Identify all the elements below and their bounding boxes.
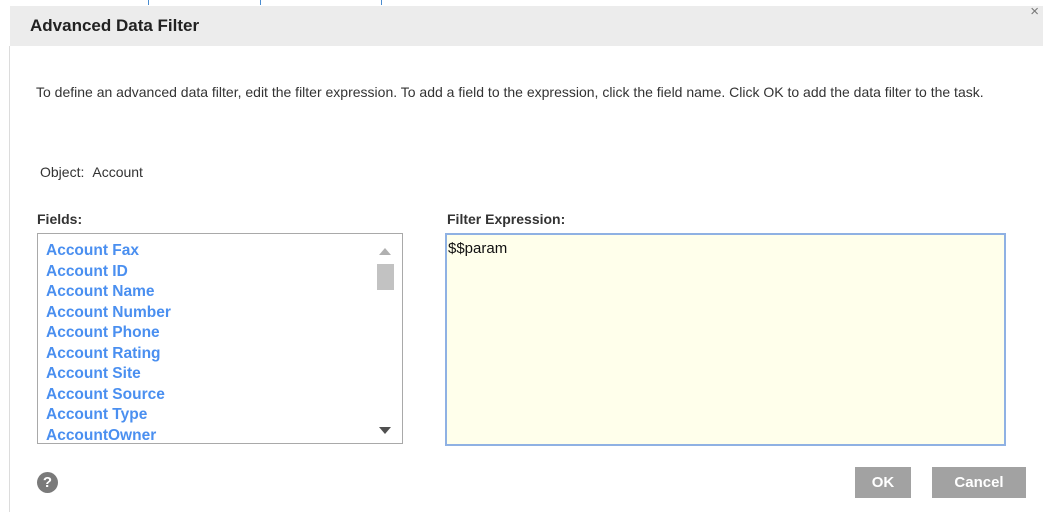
chevron-up-icon[interactable] — [379, 248, 391, 255]
field-item-account-fax[interactable]: Account Fax — [46, 241, 171, 262]
scrollbar-thumb[interactable] — [377, 264, 394, 290]
filter-expression-input[interactable]: $$param — [447, 235, 1004, 444]
field-item-account-id[interactable]: Account ID — [46, 262, 171, 283]
background-tick — [260, 0, 261, 5]
field-item-account-number[interactable]: Account Number — [46, 303, 171, 324]
filter-expression-box[interactable]: $$param — [445, 233, 1006, 446]
field-item-account-owner[interactable]: AccountOwner — [46, 426, 171, 444]
field-item-account-name[interactable]: Account Name — [46, 282, 171, 303]
field-item-account-rating[interactable]: Account Rating — [46, 344, 171, 365]
ok-button[interactable]: OK — [855, 467, 911, 498]
object-label: Object: — [40, 164, 85, 180]
fields-list: Account Fax Account ID Account Name Acco… — [46, 241, 171, 444]
object-row: Object: Account — [40, 162, 143, 182]
background-tick — [381, 0, 382, 5]
chevron-down-icon[interactable] — [379, 427, 391, 434]
instructions-text: To define an advanced data filter, edit … — [36, 84, 984, 100]
field-item-account-source[interactable]: Account Source — [46, 385, 171, 406]
help-icon[interactable]: ? — [37, 472, 58, 493]
field-item-account-phone[interactable]: Account Phone — [46, 323, 171, 344]
field-item-account-type[interactable]: Account Type — [46, 405, 171, 426]
fields-list-box[interactable]: Account Fax Account ID Account Name Acco… — [37, 233, 403, 444]
dialog-title-bar[interactable]: Advanced Data Filter — [10, 6, 1043, 46]
object-value: Account — [92, 164, 143, 180]
advanced-data-filter-dialog: Advanced Data Filter × To define an adva… — [0, 0, 1043, 512]
field-item-account-site[interactable]: Account Site — [46, 364, 171, 385]
fields-scrollbar[interactable] — [374, 246, 394, 436]
dialog-border — [9, 46, 10, 512]
close-icon[interactable]: × — [1030, 4, 1039, 20]
filter-expression-label: Filter Expression: — [447, 211, 566, 227]
fields-label: Fields: — [37, 211, 83, 227]
dialog-title: Advanced Data Filter — [30, 16, 200, 35]
background-tick — [148, 0, 149, 5]
cancel-button[interactable]: Cancel — [932, 467, 1026, 498]
